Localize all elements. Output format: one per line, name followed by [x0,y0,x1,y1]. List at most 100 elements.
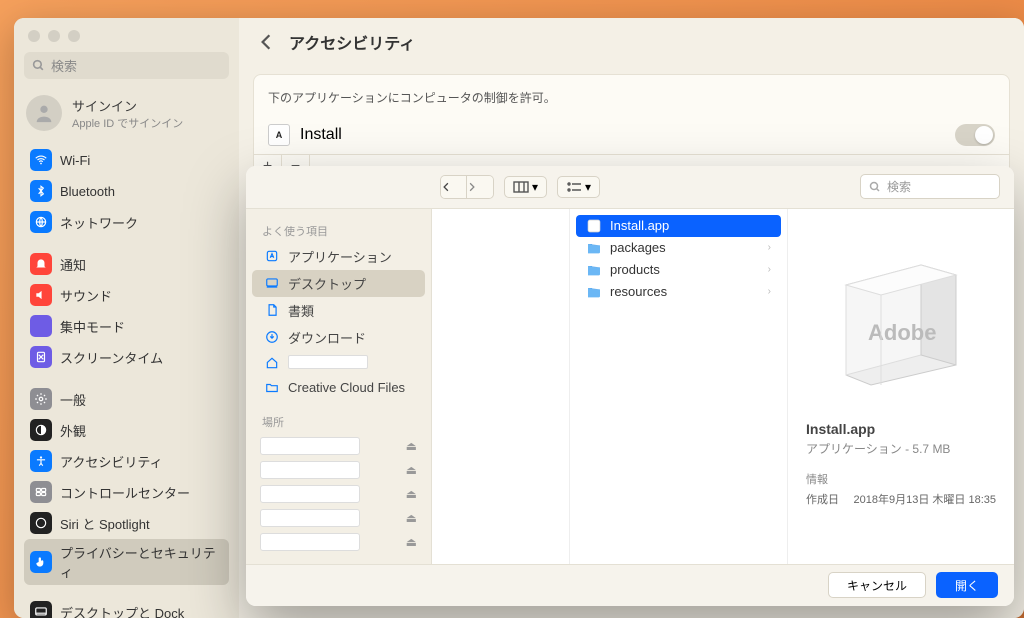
account-row[interactable]: サインイン Apple ID でサインイン [24,89,229,145]
cancel-button[interactable]: キャンセル [828,572,926,598]
folder-icon [586,262,602,278]
sidebar-item-label: コントロールセンター [60,483,190,502]
file-row[interactable]: resources› [576,281,781,303]
sidebar-item-label: ネットワーク [60,213,138,232]
avatar-icon [26,95,62,131]
siri-icon [30,512,52,534]
eject-icon[interactable]: ⏏ [406,535,417,549]
file-row[interactable]: products› [576,259,781,281]
picker-sidebar-label [288,355,368,372]
eject-icon[interactable]: ⏏ [406,439,417,453]
open-button[interactable]: 開く [936,572,998,598]
search-placeholder: 検索 [51,56,77,75]
chevron-right-icon: › [768,242,771,253]
app-icon: A [268,124,290,146]
picker-sidebar-item[interactable]: ダウンロード [252,324,425,351]
wifi-icon [30,149,52,171]
sidebar-item[interactable]: 集中モード [24,311,229,341]
created-value: 2018年9月13日 木曜日 18:35 [854,491,996,507]
search-icon [32,59,45,72]
eject-icon[interactable]: ⏏ [406,511,417,525]
preview-thumbnail: Adobe [826,245,976,395]
locations-label: 場所 [246,410,431,434]
eject-icon[interactable]: ⏏ [406,487,417,501]
chevron-down-icon: ▾ [585,180,591,194]
sidebar-item-label: デスクトップと Dock [60,603,184,618]
picker-sidebar-label: アプリケーション [288,247,392,266]
sidebar-item[interactable]: プライバシーとセキュリティ [24,539,229,585]
sidebar-item[interactable]: 一般 [24,384,229,414]
location-row[interactable]: ⏏ [246,530,431,554]
gear-icon [30,388,52,410]
file-row[interactable]: Install.app [576,215,781,237]
picker-sidebar-item[interactable] [252,351,425,376]
hour-icon [30,346,52,368]
sidebar-item[interactable]: ネットワーク [24,207,229,237]
sidebar-item[interactable]: Wi-Fi [24,145,229,175]
page-title: アクセシビリティ [289,30,415,54]
picker-sidebar-label: Creative Cloud Files [288,380,405,395]
sidebar-item[interactable]: デスクトップと Dock [24,597,229,618]
account-title: サインイン [72,96,183,115]
picker-column-1[interactable] [432,209,570,564]
doc-icon [264,302,280,318]
hand-icon [30,551,52,573]
folder-icon [586,284,602,300]
sidebar-item[interactable]: Bluetooth [24,176,229,206]
sidebar-item-label: Siri と Spotlight [60,514,150,533]
sidebar-item[interactable]: 外観 [24,415,229,445]
sidebar-item-label: 外観 [60,421,86,440]
picker-sidebar-label: ダウンロード [288,328,366,347]
file-label: resources [610,284,667,299]
favorites-label: よく使う項目 [246,219,431,243]
sidebar-item[interactable]: 通知 [24,249,229,279]
location-row[interactable]: ⏏ [246,434,431,458]
home-icon [264,355,280,371]
app-row: A Install [254,116,1009,154]
sidebar-item-label: 集中モード [60,317,125,336]
sidebar-item[interactable]: スクリーンタイム [24,342,229,372]
picker-sidebar-item[interactable]: Creative Cloud Files [252,376,425,400]
sidebar-item[interactable]: Siri と Spotlight [24,508,229,538]
back-button[interactable] [257,33,275,51]
sidebar-item[interactable]: コントロールセンター [24,477,229,507]
picker-search-input[interactable]: 検索 [860,174,1000,199]
sidebar-item[interactable]: サウンド [24,280,229,310]
sidebar-item-label: Wi-Fi [60,153,90,168]
location-row[interactable]: ⏏ [246,458,431,482]
sidebar-item[interactable]: アクセシビリティ [24,446,229,476]
nav-back-button[interactable] [441,176,467,198]
picker-sidebar-item[interactable]: デスクトップ [252,270,425,297]
file-picker-dialog: ▾ ▾ 検索 よく使う項目 アプリケーションデスクトップ書類ダウンロード Crea… [246,166,1014,606]
picker-sidebar-item[interactable]: 書類 [252,297,425,324]
fold-icon [264,380,280,396]
picker-column-2: Install.apppackages›products›resources› [570,209,788,564]
window-controls[interactable] [24,26,229,52]
nav-forward-button[interactable] [467,176,493,198]
view-options-button[interactable]: ▾ [557,176,600,198]
sidebar-item-label: プライバシーとセキュリティ [60,543,223,581]
panel-description: 下のアプリケーションにコンピュータの制御を許可。 [254,81,1009,116]
sidebar-item-label: アクセシビリティ [60,452,163,471]
search-input[interactable]: 検索 [24,52,229,79]
location-row[interactable]: ⏏ [246,482,431,506]
preview-filename: Install.app [806,421,996,437]
view-columns-button[interactable]: ▾ [504,176,547,198]
bell-icon [30,253,52,275]
desk-icon [264,275,280,291]
file-label: Install.app [610,218,669,233]
moon-icon [30,315,52,337]
appr-icon [30,419,52,441]
file-label: products [610,262,660,277]
app-icon [264,248,280,264]
chevron-down-icon: ▾ [532,180,538,194]
picker-sidebar-item[interactable]: アプリケーション [252,243,425,270]
file-row[interactable]: packages› [576,237,781,259]
sidebar-item-label: 一般 [60,390,86,409]
sidebar-item-label: サウンド [60,286,112,305]
location-row[interactable]: ⏏ [246,506,431,530]
eject-icon[interactable]: ⏏ [406,463,417,477]
permission-toggle[interactable] [955,124,995,146]
dock-icon [30,601,52,618]
picker-sidebar-label: デスクトップ [288,274,366,293]
